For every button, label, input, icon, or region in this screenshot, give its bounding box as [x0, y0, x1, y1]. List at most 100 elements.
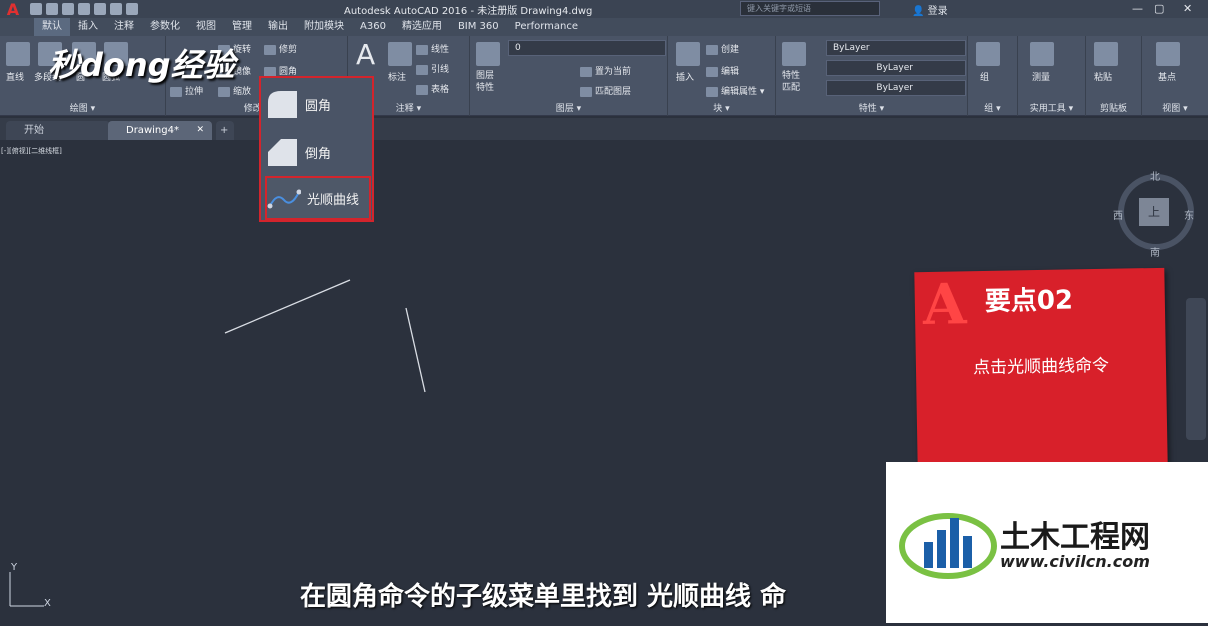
dimension-icon[interactable] — [388, 42, 412, 66]
tab-performance[interactable]: Performance — [507, 18, 586, 36]
title-bar: A Autodesk AutoCAD 2016 - 未注册版 Drawing4.… — [0, 0, 1208, 19]
create-block-icon — [706, 44, 718, 55]
match-properties-icon[interactable] — [782, 42, 806, 66]
linetype-select[interactable]: ByLayer — [826, 60, 966, 76]
group-icon[interactable] — [976, 42, 1000, 66]
tab-addins[interactable]: 附加模块 — [296, 18, 352, 36]
maximize-button[interactable]: ▢ — [1154, 2, 1164, 15]
viewport-controls[interactable]: [-][俯视][二维线框] — [1, 146, 62, 156]
redo-icon[interactable] — [126, 3, 138, 15]
compass-west[interactable]: 西 — [1113, 207, 1123, 222]
tab-start[interactable]: 开始 — [6, 121, 110, 140]
base-view-icon[interactable] — [1156, 42, 1180, 66]
block-panel: 插入 创建 编辑 编辑属性 ▾ 块 ▾ — [668, 36, 776, 116]
minimize-button[interactable]: — — [1132, 2, 1143, 15]
measure-button[interactable]: 测量 — [1032, 70, 1050, 83]
draw-panel-title[interactable]: 绘图 ▾ — [0, 101, 165, 114]
line-entity-2[interactable] — [405, 307, 426, 393]
tab-a360[interactable]: A360 — [352, 18, 394, 36]
menu-item-fillet[interactable]: 圆角 — [265, 82, 371, 126]
utilities-panel: 测量 实用工具 ▾ — [1018, 36, 1086, 116]
edit-attributes-button[interactable]: 编辑属性 ▾ — [706, 84, 764, 97]
base-view-button[interactable]: 基点 — [1158, 70, 1176, 83]
tab-insert[interactable]: 插入 — [70, 18, 106, 36]
login-button[interactable]: 👤 登录 — [912, 2, 948, 17]
menu-item-chamfer[interactable]: 倒角 — [265, 130, 371, 174]
view-panel-title[interactable]: 视图 ▾ — [1142, 101, 1208, 114]
paste-button[interactable]: 粘贴 — [1094, 70, 1112, 83]
new-icon[interactable] — [30, 3, 42, 15]
tab-view[interactable]: 视图 — [188, 18, 224, 36]
search-input[interactable]: 键入关键字或短语 — [740, 1, 880, 16]
leader-label: 引线 — [431, 65, 450, 75]
color-select-value: ByLayer — [833, 43, 870, 53]
tab-drawing4[interactable]: Drawing4* ✕ — [108, 121, 212, 140]
tab-bim360[interactable]: BIM 360 — [450, 18, 507, 36]
insert-button[interactable]: 插入 — [676, 70, 694, 83]
tab-manage[interactable]: 管理 — [224, 18, 260, 36]
table-button[interactable]: 表格 — [416, 82, 449, 95]
line-icon[interactable] — [6, 42, 30, 66]
trim-button[interactable]: 修剪 — [264, 42, 297, 55]
measure-icon[interactable] — [1030, 42, 1054, 66]
dimension-button[interactable]: 标注 — [388, 70, 406, 83]
tab-output[interactable]: 输出 — [260, 18, 296, 36]
set-current-button[interactable]: 置为当前 — [580, 64, 631, 77]
layer-properties-button[interactable]: 图层 特性 — [476, 70, 494, 94]
lineweight-select[interactable]: ByLayer — [826, 80, 966, 96]
properties-panel: 特性 匹配 ByLayer ByLayer ByLayer 特性 ▾ — [776, 36, 968, 116]
table-icon — [416, 84, 428, 95]
viewcube-top[interactable]: 上 — [1139, 198, 1169, 226]
callout-title: 要点02 — [984, 285, 1074, 317]
open-icon[interactable] — [46, 3, 58, 15]
line-entity-1[interactable] — [224, 279, 351, 334]
clipboard-panel: 粘贴 剪贴板 — [1086, 36, 1142, 116]
close-button[interactable]: ✕ — [1183, 2, 1192, 15]
paste-icon[interactable] — [1094, 42, 1118, 66]
insert-icon[interactable] — [676, 42, 700, 66]
tab-parametric[interactable]: 参数化 — [142, 18, 188, 36]
layer-select[interactable]: 0 — [508, 40, 666, 56]
groups-panel-title[interactable]: 组 ▾ — [968, 101, 1017, 114]
new-tab-button[interactable]: + — [216, 121, 234, 140]
quick-access-toolbar — [30, 3, 138, 15]
undo-icon[interactable] — [110, 3, 122, 15]
create-block-button[interactable]: 创建 — [706, 42, 739, 55]
layers-panel-title[interactable]: 图层 ▾ — [470, 101, 667, 114]
compass-east[interactable]: 东 — [1184, 207, 1194, 222]
lineweight-select-value: ByLayer — [876, 83, 913, 93]
save-as-icon[interactable] — [78, 3, 90, 15]
layer-properties-icon[interactable] — [476, 42, 500, 66]
close-tab-icon[interactable]: ✕ — [196, 121, 204, 140]
utilities-panel-title[interactable]: 实用工具 ▾ — [1018, 101, 1085, 114]
ucs-y-label: Y — [11, 562, 18, 573]
text-icon[interactable]: A — [356, 38, 375, 71]
clipboard-panel-title[interactable]: 剪贴板 — [1086, 101, 1141, 114]
match-properties-button[interactable]: 特性 匹配 — [782, 70, 800, 94]
properties-panel-title[interactable]: 特性 ▾ — [776, 101, 967, 114]
leader-button[interactable]: 引线 — [416, 62, 449, 75]
tab-start-label: 开始 — [24, 125, 44, 136]
group-button[interactable]: 组 — [980, 70, 989, 83]
tab-annotate[interactable]: 注释 — [106, 18, 142, 36]
line-button[interactable]: 直线 — [6, 70, 24, 83]
menu-item-blend-curves[interactable]: 光顺曲线 — [265, 176, 371, 220]
compass-south[interactable]: 南 — [1150, 244, 1160, 259]
linear-button[interactable]: 线性 — [416, 42, 449, 55]
block-panel-title[interactable]: 块 ▾ — [668, 101, 775, 114]
tab-featured-apps[interactable]: 精选应用 — [394, 18, 450, 36]
tab-default[interactable]: 默认 — [34, 18, 70, 36]
create-block-label: 创建 — [721, 45, 740, 55]
compass-north[interactable]: 北 — [1150, 168, 1160, 183]
navigation-bar[interactable] — [1186, 298, 1206, 440]
match-layer-button[interactable]: 匹配图层 — [580, 84, 631, 97]
color-select[interactable]: ByLayer — [826, 40, 966, 56]
linear-label: 线性 — [431, 45, 450, 55]
edit-block-button[interactable]: 编辑 — [706, 64, 739, 77]
leader-icon — [416, 64, 428, 75]
print-icon[interactable] — [94, 3, 106, 15]
save-icon[interactable] — [62, 3, 74, 15]
autocad-logo-icon[interactable]: A — [0, 0, 26, 19]
menu-item-blend-curves-label: 光顺曲线 — [307, 192, 360, 208]
autocad-a-icon: A — [922, 271, 967, 339]
